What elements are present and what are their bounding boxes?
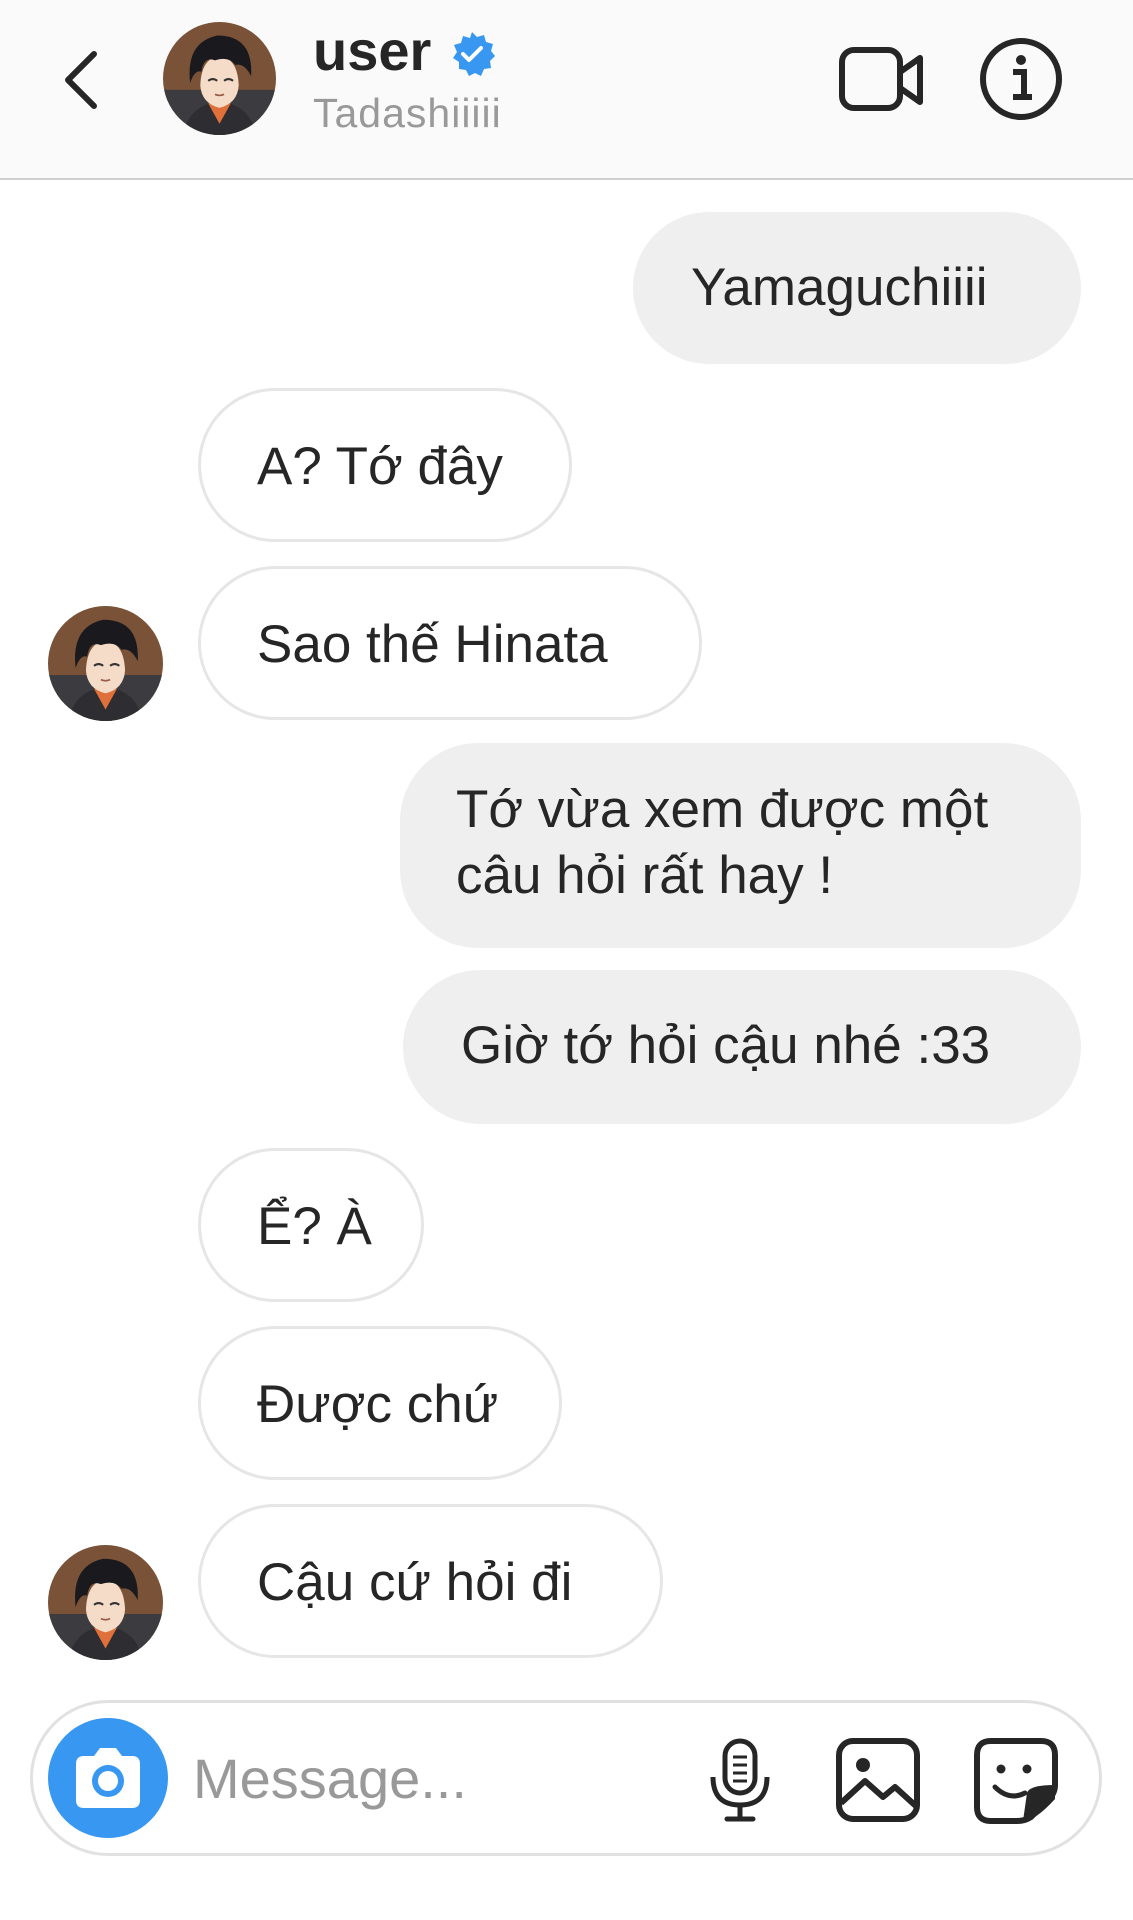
camera-button[interactable] bbox=[48, 1718, 168, 1838]
message-text: Ể? À bbox=[257, 1197, 372, 1256]
message-text: Cậu cứ hỏi đi bbox=[257, 1553, 573, 1612]
sent-message[interactable]: Tớ vừa xem được một câu hỏi rất hay ! bbox=[400, 743, 1081, 948]
contact-username: Tadashiiiii bbox=[313, 90, 502, 136]
sent-message[interactable]: Yamaguchiiii bbox=[633, 212, 1081, 364]
message-text: Giờ tớ hỏi cậu nhé :33 bbox=[461, 1016, 991, 1075]
message-text: A? Tớ đây bbox=[257, 437, 503, 496]
received-message[interactable]: A? Tớ đây bbox=[198, 388, 572, 542]
camera-icon bbox=[76, 1748, 140, 1808]
gallery-icon[interactable] bbox=[833, 1735, 923, 1825]
sender-avatar[interactable] bbox=[48, 1545, 163, 1660]
sticker-icon[interactable] bbox=[971, 1735, 1061, 1825]
received-message[interactable]: Được chứ bbox=[198, 1326, 562, 1480]
verified-badge-icon bbox=[453, 32, 495, 76]
message-text-line: Tớ vừa xem được một bbox=[456, 780, 989, 839]
received-message[interactable]: Cậu cứ hỏi đi bbox=[198, 1504, 663, 1658]
message-text-line: câu hỏi rất hay ! bbox=[456, 846, 834, 905]
chat-header: user Tadashiiiii bbox=[0, 0, 1133, 180]
message-text: Được chứ bbox=[257, 1375, 499, 1434]
message-text: Yamaguchiiii bbox=[691, 258, 988, 317]
sent-message[interactable]: Giờ tớ hỏi cậu nhé :33 bbox=[403, 970, 1081, 1124]
video-call-icon[interactable] bbox=[838, 44, 926, 116]
back-arrow-icon[interactable] bbox=[50, 40, 110, 120]
received-message[interactable]: Sao thế Hinata bbox=[198, 566, 702, 720]
info-icon[interactable] bbox=[978, 36, 1064, 122]
message-composer bbox=[30, 1700, 1102, 1856]
received-message[interactable]: Ể? À bbox=[198, 1148, 424, 1302]
contact-name[interactable]: user bbox=[313, 16, 431, 86]
contact-avatar[interactable] bbox=[163, 22, 276, 135]
message-input[interactable] bbox=[193, 1733, 693, 1823]
message-text: Sao thế Hinata bbox=[257, 615, 608, 674]
sender-avatar[interactable] bbox=[48, 606, 163, 721]
microphone-icon[interactable] bbox=[695, 1735, 785, 1825]
